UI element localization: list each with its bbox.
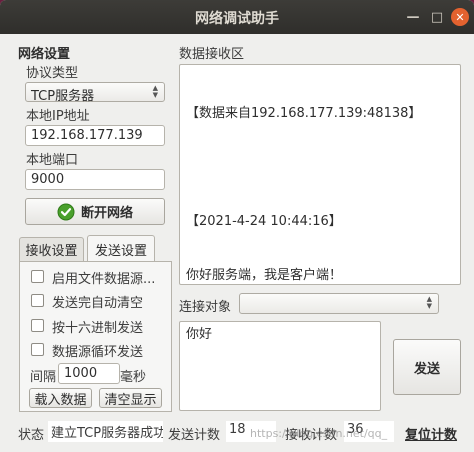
window-title: 网络调试助手 — [195, 11, 279, 27]
status-label: 状态 — [18, 428, 45, 443]
interval-unit: 毫秒 — [120, 370, 147, 385]
network-settings-title: 网络设置 — [18, 47, 71, 62]
load-data-button[interactable]: 载入数据 — [29, 388, 92, 408]
spin-arrows-icon: ▲ ▼ — [426, 295, 432, 310]
receive-area-title: 数据接收区 — [179, 47, 245, 62]
local-ip-field[interactable]: 192.168.177.139 — [25, 125, 165, 146]
local-port-field[interactable]: 9000 — [25, 169, 165, 190]
connection-target-select[interactable]: ▲ ▼ — [239, 293, 439, 314]
interval-field[interactable]: 1000 — [58, 363, 120, 384]
interval-label: 间隔 — [30, 370, 57, 385]
connection-target-label: 连接对象 — [179, 300, 232, 315]
clear-display-button[interactable]: 清空显示 — [99, 388, 162, 408]
send-textarea[interactable]: 你好 — [179, 321, 381, 411]
hex-send-label: 按十六进制发送 — [52, 321, 144, 336]
disconnect-button[interactable]: 断开网络 — [25, 198, 165, 225]
loop-send-label: 数据源循环发送 — [52, 345, 144, 360]
tab-receive-settings[interactable]: 接收设置 — [19, 237, 84, 261]
title-bar: 网络调试助手 — □ ✕ — [0, 0, 474, 34]
protocol-label: 协议类型 — [26, 66, 79, 81]
hex-send-checkbox[interactable] — [31, 319, 44, 332]
file-source-label: 启用文件数据源... — [52, 272, 156, 287]
loop-send-checkbox[interactable] — [31, 343, 44, 356]
restore-icon[interactable]: □ — [428, 8, 446, 26]
close-icon[interactable]: ✕ — [451, 8, 469, 26]
receive-line: 你好服务端，我是客户端！ — [186, 268, 343, 283]
file-source-checkbox[interactable] — [31, 270, 44, 283]
minimize-icon[interactable]: — — [404, 8, 422, 26]
protocol-select[interactable]: TCP服务器 ▲ ▼ — [25, 82, 165, 104]
status-value: 建立TCP服务器成功 — [48, 421, 163, 442]
receive-line: 【2021-4-24 10:44:16】 — [186, 214, 342, 229]
local-ip-label: 本地IP地址 — [26, 109, 90, 124]
local-port-label: 本地端口 — [26, 153, 79, 168]
receive-line: 【数据来自192.168.177.139:48138】 — [186, 106, 422, 121]
auto-clear-label: 发送完自动清空 — [52, 296, 144, 311]
app-window: 网络调试助手 — □ ✕ 网络设置 协议类型 TCP服务器 ▲ ▼ 本地IP地址 … — [0, 0, 474, 452]
tab-send-settings[interactable]: 发送设置 — [87, 235, 155, 262]
protocol-value: TCP服务器 — [31, 89, 95, 104]
spin-arrows-icon: ▲ ▼ — [152, 84, 158, 99]
receive-textarea[interactable]: 【数据来自192.168.177.139:48138】 【2021-4-24 1… — [179, 64, 461, 285]
send-button[interactable]: 发送 — [393, 339, 461, 395]
disconnect-label: 断开网络 — [80, 206, 133, 221]
auto-clear-checkbox[interactable] — [31, 294, 44, 307]
watermark: https://blog.csdn.net/qq_ — [250, 427, 388, 440]
reset-count-button[interactable]: 复位计数 — [405, 424, 457, 443]
receive-line — [186, 159, 454, 177]
send-count-label: 发送计数 — [168, 428, 221, 443]
check-circle-icon — [57, 203, 75, 220]
